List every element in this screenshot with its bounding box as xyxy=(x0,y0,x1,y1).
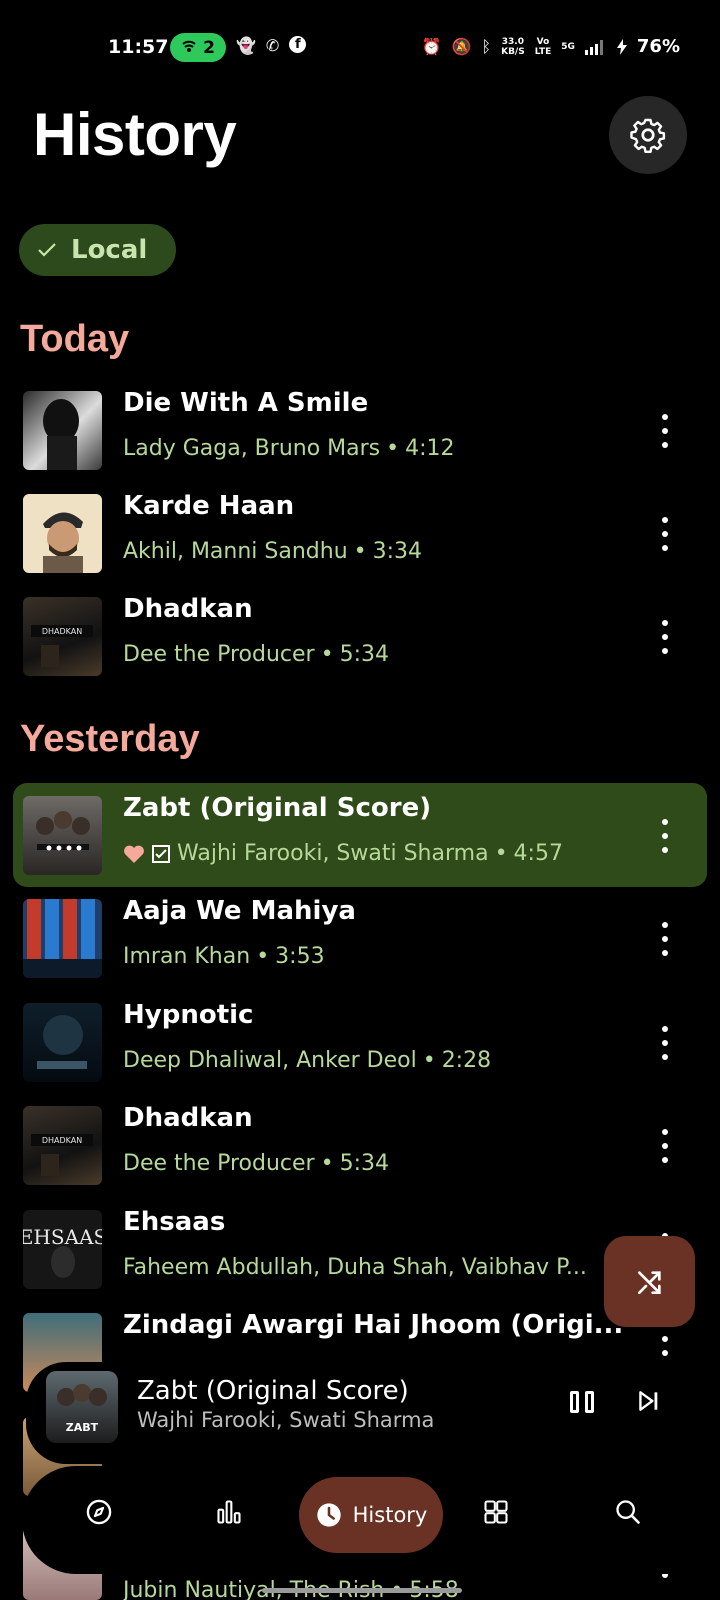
hotspot-count: 2 xyxy=(203,37,215,58)
song-title: Ehsaas xyxy=(123,1207,226,1237)
status-bar: 11:57 2 👻 ✆ f ⏰ 🔕 ᛒ 33.0 KB/S Vo LTE 5G 76… xyxy=(0,0,720,92)
song-row[interactable]: Hypnotic Deep Dhaliwal, Anker Deol • 2:28 xyxy=(13,990,707,1094)
home-indicator[interactable] xyxy=(262,1588,462,1593)
song-row[interactable]: Aaja We Mahiya Imran Khan • 3:53 xyxy=(13,886,707,990)
next-button[interactable] xyxy=(631,1384,665,1418)
svg-text:DHADKAN: DHADKAN xyxy=(42,1136,82,1145)
svg-text:EHSAAS: EHSAAS xyxy=(23,1225,102,1249)
battery-percent: 76% xyxy=(636,36,680,57)
song-subtitle: Akhil, Manni Sandhu • 3:34 xyxy=(123,539,423,564)
notification-icons: 👻 ✆ f xyxy=(236,36,307,55)
pause-button[interactable] xyxy=(565,1385,599,1419)
song-row[interactable]: Die With A Smile Lady Gaga, Bruno Mars • 4… xyxy=(13,378,707,482)
song-row[interactable]: Karde Haan Akhil, Manni Sandhu • 3:34 xyxy=(13,481,707,585)
signal-icon xyxy=(584,39,603,55)
song-subtitle: Dee the Producer • 5:34 xyxy=(123,1151,389,1176)
svg-text:DHADKAN: DHADKAN xyxy=(42,627,82,636)
filter-chip-local[interactable]: Local xyxy=(19,224,176,276)
album-art xyxy=(23,1003,102,1082)
album-art: EHSAAS xyxy=(23,1210,102,1289)
album-art xyxy=(23,494,102,573)
snapchat-icon: 👻 xyxy=(236,36,256,55)
album-art: DHADKAN xyxy=(23,1106,102,1185)
mini-player[interactable]: ZABT Zabt (Original Score) Wajhi Farooki… xyxy=(26,1362,720,1464)
song-row[interactable]: EHSAAS Ehsaas Faheem Abdullah, Duha Shah… xyxy=(13,1197,707,1301)
shuffle-icon xyxy=(637,1270,661,1294)
status-right: ⏰ 🔕 ᛒ 33.0 KB/S Vo LTE 5G 76% xyxy=(422,36,680,57)
song-subtitle: Deep Dhaliwal, Anker Deol • 2:28 xyxy=(123,1048,492,1073)
section-title-today: Today xyxy=(20,318,130,360)
song-row[interactable]: DHADKAN Dhadkan Dee the Producer • 5:34 xyxy=(13,1093,707,1197)
explore-icon xyxy=(86,1499,112,1525)
alarm-icon: ⏰ xyxy=(421,37,442,56)
song-title: Zabt (Original Score) xyxy=(123,793,432,823)
song-title: Aaja We Mahiya xyxy=(123,896,356,926)
facebook-icon: f xyxy=(289,36,307,53)
charts-icon xyxy=(217,1500,241,1524)
svg-text:ZABT: ZABT xyxy=(66,1421,99,1434)
song-subtitle: Lady Gaga, Bruno Mars • 4:12 xyxy=(123,436,455,461)
nav-history-label: History xyxy=(352,1503,428,1527)
volte-indicator: Vo LTE xyxy=(534,36,552,57)
search-icon xyxy=(616,1500,640,1524)
heart-icon xyxy=(124,845,144,863)
charging-icon xyxy=(616,38,627,55)
mini-player-art: ZABT xyxy=(46,1371,118,1443)
shuffle-button[interactable] xyxy=(604,1236,695,1327)
song-title: Zindagi Awargi Hai Jhoom (Origi... xyxy=(123,1310,624,1340)
network-type: 5G xyxy=(561,41,575,52)
status-time: 11:57 xyxy=(108,36,169,58)
more-options-icon[interactable] xyxy=(659,517,671,551)
bottom-navigation: History xyxy=(22,1466,720,1574)
bluetooth-icon: ᛒ xyxy=(481,37,492,56)
album-art xyxy=(23,796,102,875)
album-art: DHADKAN xyxy=(23,597,102,676)
settings-button[interactable] xyxy=(609,96,687,174)
check-icon xyxy=(38,243,56,257)
nav-library[interactable] xyxy=(466,1482,526,1542)
nav-charts[interactable] xyxy=(199,1482,259,1542)
history-icon xyxy=(316,1503,341,1527)
song-title: Die With A Smile xyxy=(123,388,369,418)
more-options-icon[interactable] xyxy=(659,922,671,956)
song-subtitle: Wajhi Farooki, Swati Sharma • 4:57 xyxy=(123,841,563,866)
song-subtitle: Faheem Abdullah, Duha Shah, Vaibhav P... xyxy=(123,1255,587,1280)
song-row[interactable]: DHADKAN Dhadkan Dee the Producer • 5:34 xyxy=(13,584,707,688)
hotspot-indicator: 2 xyxy=(170,33,226,62)
song-title: Dhadkan xyxy=(123,594,253,624)
song-subtitle: Imran Khan • 3:53 xyxy=(123,944,325,969)
more-options-icon[interactable] xyxy=(659,819,671,853)
nav-search[interactable] xyxy=(598,1482,658,1542)
net-speed: 33.0 KB/S xyxy=(501,36,525,57)
more-options-icon[interactable] xyxy=(659,1129,671,1163)
library-icon xyxy=(484,1500,508,1524)
section-title-yesterday: Yesterday xyxy=(20,718,200,760)
mini-player-title: Zabt (Original Score) xyxy=(137,1376,409,1406)
more-options-icon[interactable] xyxy=(659,620,671,654)
page-title: History xyxy=(33,101,237,168)
mini-player-artist: Wajhi Farooki, Swati Sharma xyxy=(137,1408,435,1432)
mute-icon: 🔕 xyxy=(451,37,472,56)
more-options-icon[interactable] xyxy=(659,1026,671,1060)
more-options-icon[interactable] xyxy=(659,414,671,448)
song-title: Dhadkan xyxy=(123,1103,253,1133)
nav-history[interactable]: History xyxy=(299,1477,443,1553)
hotspot-icon xyxy=(182,40,196,52)
skip-next-icon xyxy=(639,1391,658,1411)
album-art xyxy=(23,391,102,470)
song-row-now-playing[interactable]: Zabt (Original Score) Wajhi Farooki, Swa… xyxy=(13,783,707,887)
nav-explore[interactable] xyxy=(69,1482,129,1542)
downloaded-icon xyxy=(152,844,170,863)
whatsapp-icon: ✆ xyxy=(265,36,280,55)
song-title: Hypnotic xyxy=(123,1000,254,1030)
album-art xyxy=(23,899,102,978)
song-title: Karde Haan xyxy=(123,491,295,521)
gear-icon xyxy=(630,118,666,153)
chip-label: Local xyxy=(71,235,148,265)
song-subtitle: Dee the Producer • 5:34 xyxy=(123,642,389,667)
